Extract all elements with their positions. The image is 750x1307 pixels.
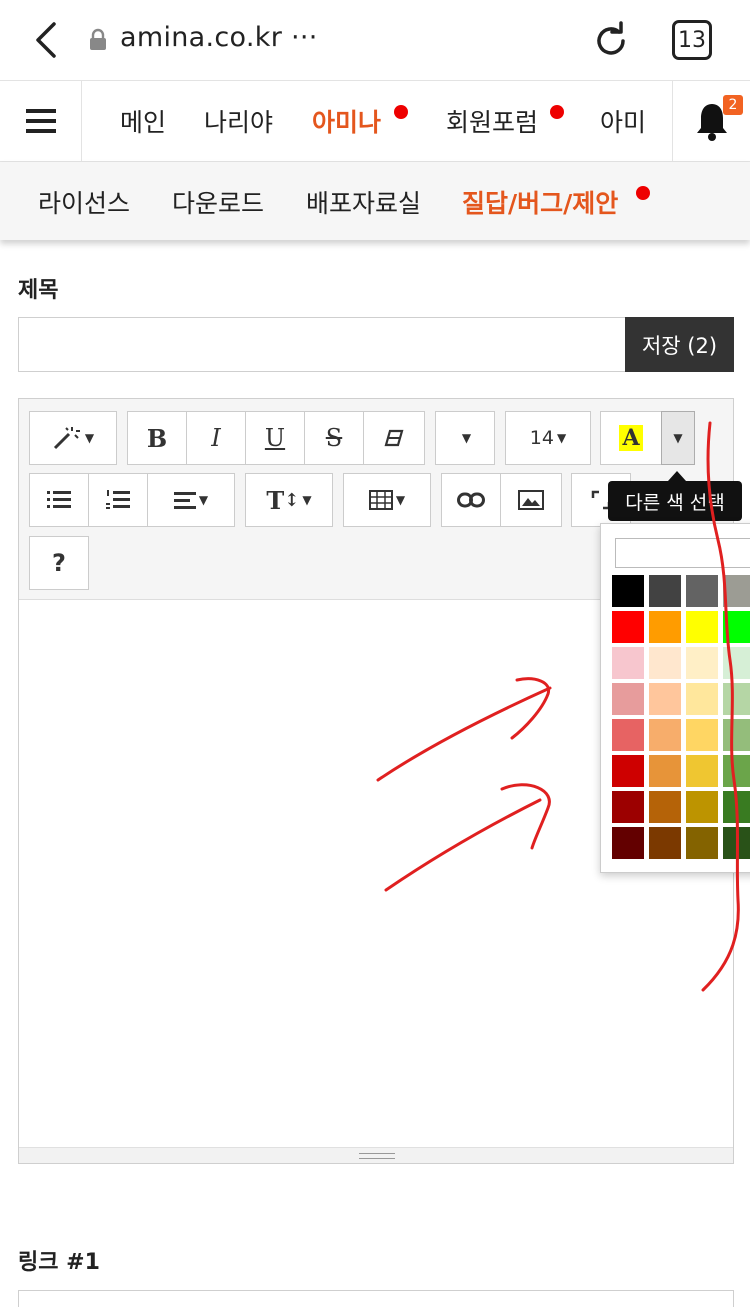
editor-resize-handle[interactable] [19,1147,733,1163]
nav-item-amina[interactable]: 아미나 [312,103,381,139]
color-swatch[interactable] [722,790,750,824]
color-swatch[interactable] [722,826,750,860]
font-size-dropdown[interactable]: 14 ▼ [505,411,591,465]
color-swatch[interactable] [685,682,719,716]
numbered-list-icon [106,490,130,509]
color-swatch[interactable] [685,790,719,824]
reload-icon[interactable] [590,20,632,62]
more-colors-dropdown[interactable]: ▼ [661,411,695,465]
color-swatch[interactable] [722,754,750,788]
color-swatch[interactable] [611,718,645,752]
color-swatch[interactable] [611,646,645,680]
subnav-item-qna[interactable]: 질답/버그/제안 [462,184,618,220]
hamburger-icon [25,109,56,133]
resize-grip-icon [359,1153,395,1159]
title-label: 제목 [18,278,59,303]
color-swatch[interactable] [685,646,719,680]
clear-format-button[interactable] [363,411,425,465]
style-button[interactable]: ▼ [29,411,117,465]
color-swatch[interactable] [722,574,750,608]
color-swatch[interactable] [648,826,682,860]
text-color-button[interactable]: A [600,411,662,465]
table-dropdown[interactable]: ▼ [343,473,431,527]
underline-button[interactable]: U [245,411,305,465]
nav-item-member-forum[interactable]: 회원포럼 [446,103,538,139]
align-icon [173,492,196,509]
table-icon [368,490,393,510]
strikethrough-button[interactable]: S [304,411,364,465]
color-swatch[interactable] [685,718,719,752]
notification-badge: 2 [723,95,743,115]
color-swatch[interactable] [685,826,719,860]
subnav-item-license[interactable]: 라이선스 [38,184,130,220]
color-swatch[interactable] [648,610,682,644]
color-swatch[interactable] [648,754,682,788]
line-height-dropdown[interactable]: T ↕ ▼ [245,473,333,527]
new-dot-icon [550,105,564,119]
address-bar[interactable]: amina.co.kr ··· [120,22,318,53]
align-dropdown[interactable]: ▼ [147,473,235,527]
color-swatch[interactable] [611,682,645,716]
browser-toolbar: amina.co.kr ··· 13 [0,0,750,80]
text-height-icon: T [266,485,285,515]
italic-button[interactable]: I [186,411,246,465]
color-swatch[interactable] [722,646,750,680]
color-swatch[interactable] [648,682,682,716]
color-swatch[interactable] [685,574,719,608]
new-dot-icon [394,105,408,119]
bullet-list-icon [47,491,71,508]
color-swatch[interactable] [685,610,719,644]
save-button[interactable]: 저장 (2) [625,317,734,372]
color-swatch[interactable] [611,790,645,824]
notification-button[interactable]: 2 [672,81,750,161]
link-input[interactable] [18,1290,734,1307]
font-family-dropdown[interactable]: ▼ [435,411,495,465]
tooltip: 다른 색 선택 [608,481,742,521]
image-button[interactable] [500,473,562,527]
color-swatch[interactable] [685,754,719,788]
link-label: 링크 #1 [18,1250,100,1275]
nav-item-main[interactable]: 메인 [120,103,166,139]
color-picker-popup [600,523,750,873]
color-swatch[interactable] [611,754,645,788]
color-swatch[interactable] [722,718,750,752]
subnav-item-download[interactable]: 다운로드 [172,184,264,220]
new-dot-icon [636,186,650,200]
custom-color-input[interactable] [615,538,750,568]
menu-button[interactable] [0,81,82,161]
back-arrow-icon[interactable] [28,20,68,60]
bold-button[interactable]: B [127,411,187,465]
nav-item-ami[interactable]: 아미 [600,103,646,139]
sub-nav: 라이선스 다운로드 배포자료실 질답/버그/제안 [0,162,750,240]
link-button[interactable] [441,473,501,527]
color-swatch[interactable] [722,610,750,644]
site-header: 메인 나리야 아미나 회원포럼 아미 2 [0,80,750,162]
text-color-icon: A [619,425,643,451]
color-swatch[interactable] [648,574,682,608]
image-icon [518,490,544,510]
color-swatch[interactable] [722,682,750,716]
tooltip-arrow [668,471,686,481]
magic-wand-icon [53,427,80,450]
color-swatch[interactable] [648,646,682,680]
nav-item-nariya[interactable]: 나리야 [204,103,273,139]
unordered-list-button[interactable] [29,473,89,527]
help-button[interactable]: ? [29,536,89,590]
lock-icon [90,28,106,50]
ordered-list-button[interactable] [88,473,148,527]
link-icon [457,492,485,508]
color-swatch[interactable] [648,790,682,824]
subnav-item-distribution[interactable]: 배포자료실 [306,184,421,220]
tab-count-button[interactable]: 13 [672,20,712,60]
color-swatch[interactable] [611,610,645,644]
title-input[interactable] [18,317,626,372]
font-size-value: 14 [529,427,554,449]
color-swatch[interactable] [611,574,645,608]
color-swatch[interactable] [611,826,645,860]
main-nav: 메인 나리야 아미나 회원포럼 아미 [82,81,672,161]
eraser-icon [384,429,404,447]
color-swatch[interactable] [648,718,682,752]
